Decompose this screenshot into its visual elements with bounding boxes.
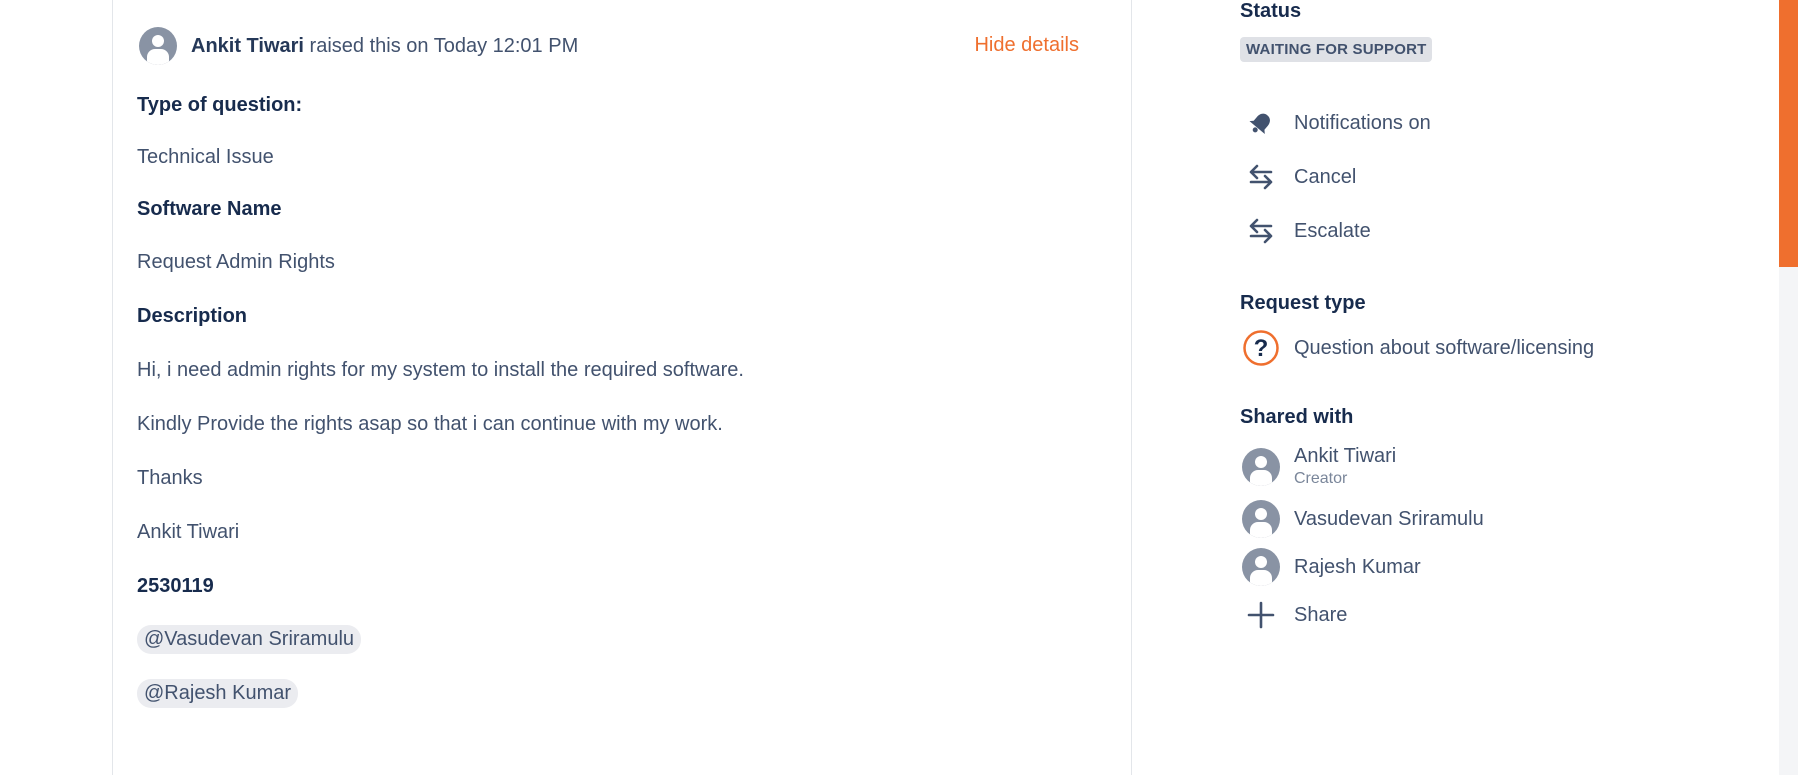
description-line: Thanks: [137, 467, 203, 489]
raised-by-row: Ankit Tiwari raised this on Today 12:01 …: [139, 26, 1109, 66]
person-name: Rajesh Kumar: [1294, 555, 1421, 578]
escalate-action[interactable]: Escalate: [1240, 211, 1371, 251]
notifications-toggle[interactable]: Notifications on: [1240, 103, 1431, 143]
request-type-title: Request type: [1240, 292, 1366, 314]
cancel-label: Cancel: [1294, 165, 1357, 188]
mention-chip[interactable]: @Rajesh Kumar: [137, 679, 299, 708]
person-name: Vasudevan Sriramulu: [1294, 507, 1484, 530]
status-badge: WAITING FOR SUPPORT: [1240, 37, 1433, 62]
person-role: Creator: [1294, 470, 1348, 487]
request-sidebar: Status WAITING FOR SUPPORT Notifications…: [1240, 0, 1740, 775]
shared-person[interactable]: Vasudevan Sriramulu: [1240, 500, 1484, 538]
request-type-row: ? Question about software/licensing: [1240, 328, 1594, 368]
hide-details-link[interactable]: Hide details: [974, 34, 1079, 57]
share-label: Share: [1294, 603, 1348, 626]
status-title: Status: [1240, 0, 1302, 22]
description-line: Hi, i need admin rights for my system to…: [137, 359, 744, 381]
description-line: Kindly Provide the rights asap so that i…: [137, 413, 723, 435]
field-label: Software Name: [137, 198, 282, 220]
plus-icon: [1240, 594, 1282, 636]
avatar: [1242, 548, 1280, 586]
shared-with-title: Shared with: [1240, 406, 1354, 428]
shared-person[interactable]: Ankit Tiwari Creator: [1240, 445, 1396, 488]
scrollbar-thumb[interactable]: [1779, 0, 1798, 267]
question-icon: ?: [1240, 327, 1282, 369]
raised-by-name: Ankit Tiwari: [191, 34, 304, 57]
field-label: Type of question:: [137, 94, 303, 116]
cancel-action[interactable]: Cancel: [1240, 157, 1356, 197]
escalate-label: Escalate: [1294, 219, 1371, 242]
field-value: Request Admin Rights: [137, 251, 335, 273]
notification-bell-icon: [1240, 102, 1282, 144]
notifications-label: Notifications on: [1294, 111, 1431, 134]
raised-by-suffix: raised this on Today 12:01 PM: [304, 34, 579, 57]
share-button[interactable]: Share: [1240, 595, 1347, 635]
request-details-panel: Ankit Tiwari raised this on Today 12:01 …: [112, 0, 1132, 775]
request-type-value: Question about software/licensing: [1294, 336, 1595, 359]
avatar: [1242, 500, 1280, 538]
mention-chip[interactable]: @Vasudevan Sriramulu: [137, 625, 362, 654]
avatar: [139, 27, 177, 65]
description-line: Ankit Tiwari: [137, 521, 240, 543]
person-name: Ankit Tiwari: [1294, 445, 1397, 467]
raised-by-text: Ankit Tiwari raised this on Today 12:01 …: [191, 35, 578, 58]
transition-arrows-icon: [1240, 210, 1282, 252]
avatar: [1242, 447, 1280, 486]
description-line: 2530119: [137, 575, 214, 597]
transition-arrows-icon: [1240, 156, 1282, 198]
svg-text:?: ?: [1254, 335, 1269, 362]
shared-person[interactable]: Rajesh Kumar: [1240, 548, 1421, 586]
field-value: Technical Issue: [137, 146, 274, 168]
field-label: Description: [137, 305, 248, 327]
